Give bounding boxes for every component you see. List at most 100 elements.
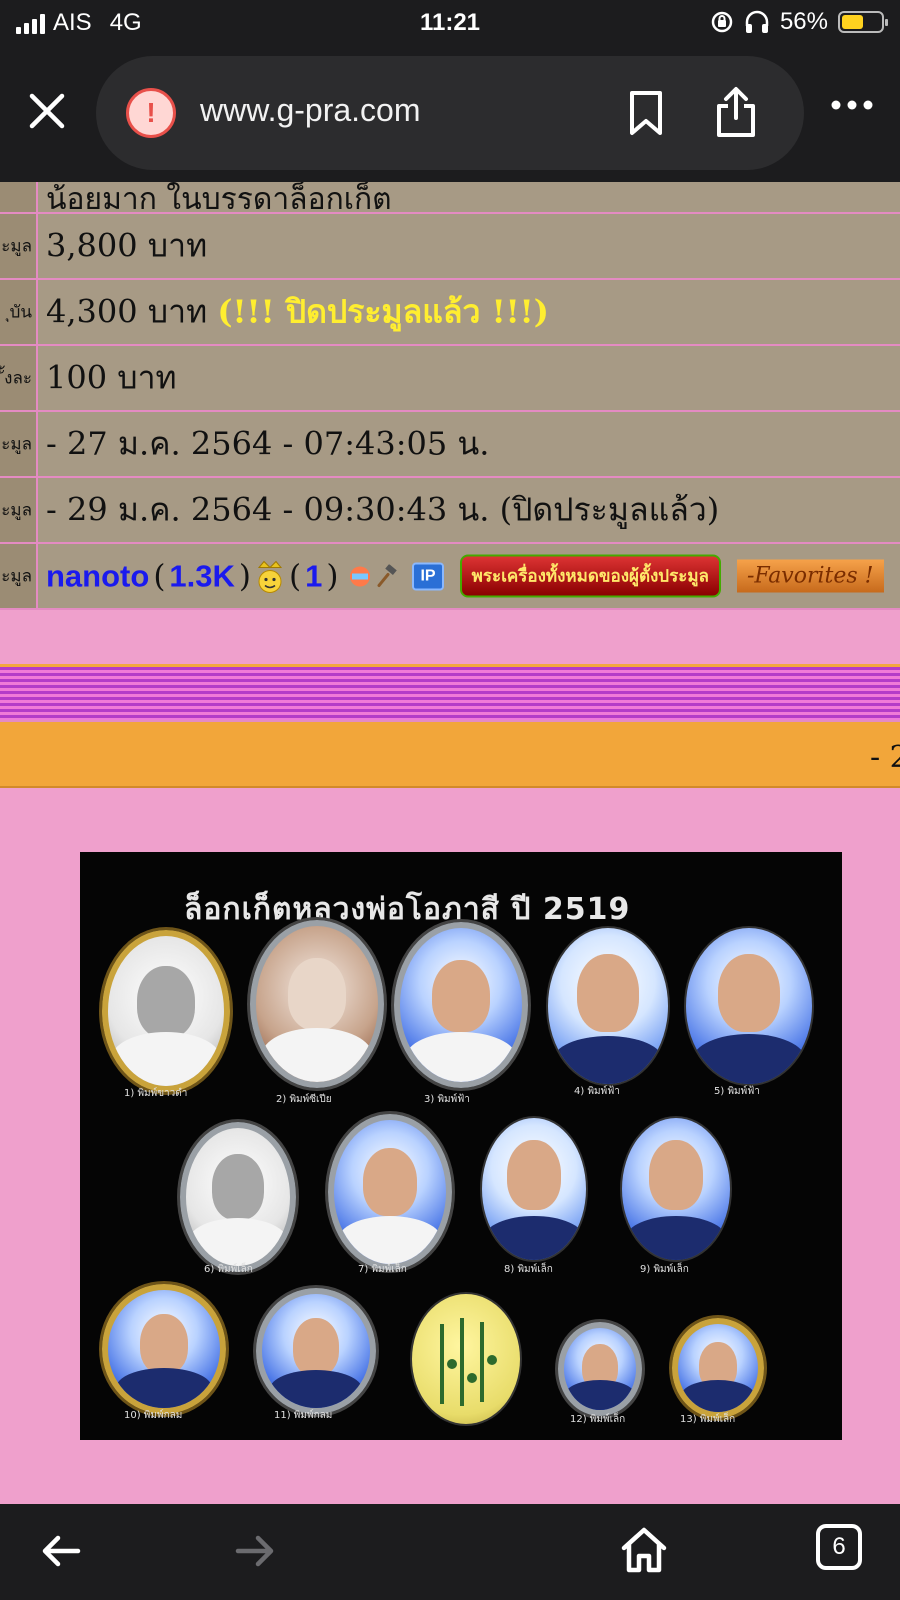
- paren-close: ): [326, 558, 339, 594]
- bottom-toolbar: 6: [0, 1504, 900, 1600]
- photo-title: ล็อกเก็ตหลวงพ่อโอภาสี ปี 2519: [184, 892, 631, 927]
- current-price: 4,300 บาท: [46, 292, 208, 331]
- battery-percent: 56%: [779, 8, 828, 35]
- portrait-face: [288, 958, 346, 1030]
- browser-toolbar: ! www.g-pra.com: [0, 46, 900, 182]
- auction-info-table: น้อยมาก ในบรรดาล็อกเก็ต ะมูล 3,800 บาท ุ…: [0, 182, 900, 610]
- medal-image: [328, 1114, 452, 1270]
- portrait-body: [484, 1216, 584, 1260]
- portrait-body: [693, 1034, 805, 1084]
- medal-caption: 2) พิมพ์ซีเปีย: [276, 1094, 332, 1105]
- row-label-cell: ะมูล: [0, 544, 38, 608]
- section-header-bar: - 2: [0, 720, 900, 788]
- page-content: น้อยมาก ในบรรดาล็อกเก็ต ะมูล 3,800 บาท ุ…: [0, 182, 900, 1504]
- bid-history-icon[interactable]: [348, 564, 372, 588]
- medal-caption: 10) พิมพ์กลม: [124, 1410, 183, 1421]
- portrait-face: [577, 954, 639, 1032]
- portrait-body: [270, 1370, 362, 1408]
- yantra-script-icon: [440, 1318, 497, 1406]
- medal-caption: 13) พิมพ์เล็ก: [680, 1414, 736, 1425]
- bookmark-icon[interactable]: [626, 90, 666, 136]
- paren-open: (: [289, 558, 302, 594]
- table-row: ั้งละ 100 บาท: [0, 346, 900, 412]
- favorites-button[interactable]: -Favorites !: [736, 559, 884, 593]
- portrait-body: [338, 1216, 442, 1264]
- portrait-face: [718, 954, 780, 1032]
- portrait-body: [406, 1032, 516, 1082]
- row-label: ุบัน: [9, 302, 32, 323]
- more-icon[interactable]: [830, 98, 874, 112]
- paren-open: (: [153, 558, 166, 594]
- tabs-icon[interactable]: 6: [816, 1524, 862, 1570]
- amulet-photo[interactable]: ล็อกเก็ตหลวงพ่อโอภาสี ปี 2519 1) พิมพ์ขา…: [80, 852, 842, 1440]
- gavel-icon[interactable]: [376, 564, 400, 588]
- url-text[interactable]: www.g-pra.com: [200, 92, 421, 129]
- medal-caption: 7) พิมพ์เล็ก: [358, 1264, 407, 1275]
- auction-closed-note: (!!! ปิดประมูลแล้ว !!!): [217, 292, 549, 331]
- medal-image: [102, 930, 230, 1092]
- address-bar[interactable]: ! www.g-pra.com: [96, 56, 804, 170]
- row-label-cell: [0, 182, 38, 212]
- yantra-medal-image: [410, 1292, 522, 1426]
- start-time: - 27 ม.ค. 2564 - 07:43:05 น.: [46, 424, 490, 463]
- decorative-stripes: [0, 664, 900, 720]
- medal-image: [480, 1116, 588, 1262]
- medal-image: [102, 1284, 226, 1414]
- medal-image: [684, 926, 814, 1086]
- portrait-face: [363, 1148, 417, 1216]
- portrait-face: [507, 1140, 561, 1210]
- portrait-body: [116, 1368, 212, 1408]
- table-row: ะมูล 3,800 บาท: [0, 214, 900, 280]
- starting-price: 3,800 บาท: [46, 226, 208, 265]
- row-label: ะมูล: [1, 566, 32, 587]
- battery-level: [842, 15, 864, 29]
- portrait-face: [212, 1154, 264, 1220]
- status-bar: AIS 4G 11:21 56%: [0, 0, 900, 46]
- table-row: ะมูล - 27 ม.ค. 2564 - 07:43:05 น.: [0, 412, 900, 478]
- medal-caption: 5) พิมพ์ฟ้า: [714, 1086, 760, 1097]
- ip-icon[interactable]: IP: [412, 562, 444, 590]
- portrait-body: [262, 1028, 372, 1082]
- row-label-cell: ะมูล: [0, 478, 38, 542]
- medal-caption: 1) พิมพ์ขาวดำ: [124, 1088, 188, 1099]
- medal-image: [620, 1116, 732, 1262]
- row-label: ั้งละ: [4, 368, 32, 389]
- seller-name-link[interactable]: nanoto: [46, 558, 149, 594]
- portrait-face: [293, 1318, 339, 1376]
- portrait-face: [140, 1314, 188, 1374]
- warning-icon[interactable]: !: [126, 88, 176, 138]
- badge-count[interactable]: 1: [305, 558, 322, 594]
- seller-all-items-button[interactable]: พระเครื่องทั้งหมดของผู้ตั้งประมูล: [459, 554, 721, 598]
- portrait-body: [681, 1380, 755, 1412]
- row-label: ะมูล: [1, 236, 32, 257]
- back-icon[interactable]: [38, 1528, 84, 1574]
- portrait-face: [649, 1140, 703, 1210]
- portrait-body: [188, 1218, 288, 1266]
- bid-increment: 100 บาท: [46, 358, 177, 397]
- medal-caption: 6) พิมพ์เล็ก: [204, 1264, 253, 1275]
- row-label-cell: ุบัน: [0, 280, 38, 344]
- medal-caption: 8) พิมพ์เล็ก: [504, 1264, 553, 1275]
- medal-caption: 3) พิมพ์ฟ้า: [424, 1094, 470, 1105]
- forward-icon[interactable]: [232, 1528, 278, 1574]
- portrait-face: [137, 966, 195, 1038]
- medal-image: [394, 922, 528, 1088]
- medal-image: [180, 1122, 296, 1272]
- portrait-body: [111, 1032, 221, 1086]
- table-row: ะมูล - 29 ม.ค. 2564 - 09:30:43 น. (ปิดปร…: [0, 478, 900, 544]
- medal-caption: 9) พิมพ์เล็ก: [640, 1264, 689, 1275]
- medal-image: [256, 1288, 376, 1414]
- seller-cell: nanoto (1.3K) (1) IP พระเครื่องทั้งหมดขอ…: [46, 554, 884, 598]
- share-icon[interactable]: [714, 86, 758, 138]
- battery-icon: [838, 11, 888, 33]
- row-label-cell: ั้งละ: [0, 346, 38, 410]
- row-label: ะมูล: [1, 434, 32, 455]
- table-row: ุบัน 4,300 บาท (!!! ปิดประมูลแล้ว !!!): [0, 280, 900, 346]
- seller-score[interactable]: 1.3K: [169, 558, 234, 594]
- crown-badge-icon: [257, 560, 283, 593]
- portrait-body: [565, 1380, 635, 1410]
- home-icon[interactable]: [618, 1524, 670, 1576]
- section-header-text: - 2: [870, 740, 900, 775]
- close-icon[interactable]: [26, 90, 68, 132]
- medal-image: [558, 1322, 642, 1416]
